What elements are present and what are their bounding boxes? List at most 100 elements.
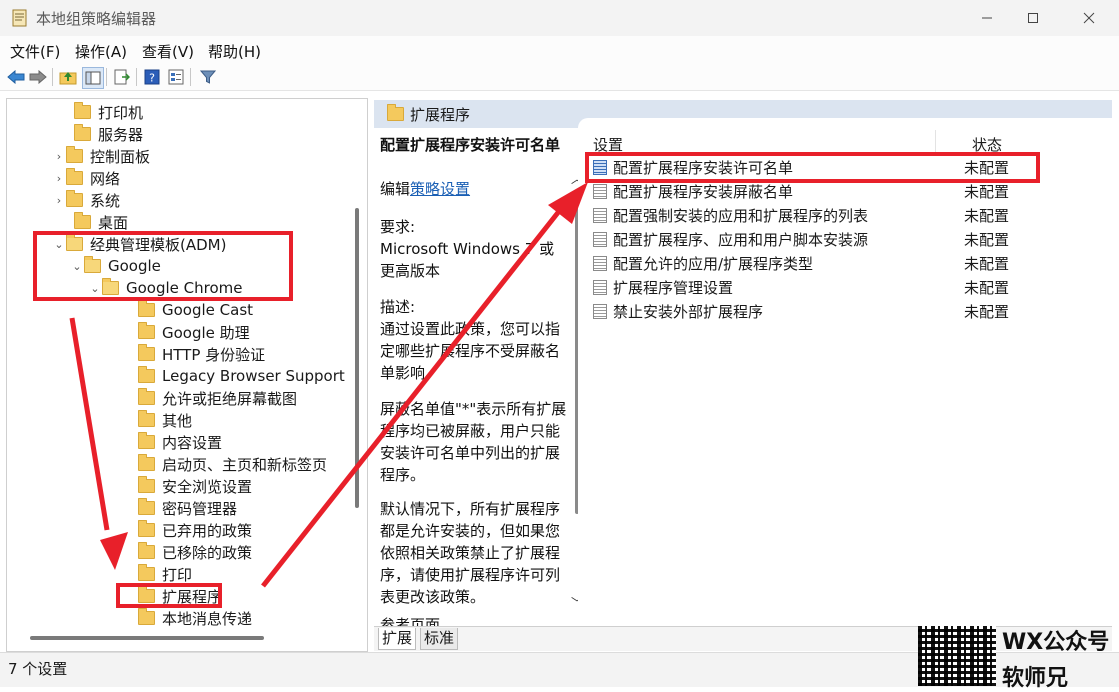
tree-item[interactable]: HTTP 身份验证 bbox=[124, 343, 265, 365]
tree-item-label: Google Cast bbox=[162, 301, 254, 319]
policy-state: 未配置 bbox=[964, 230, 1010, 249]
menu-help[interactable]: 帮助(H) bbox=[208, 41, 261, 62]
requirements-label: 要求: bbox=[380, 218, 416, 236]
tree-item[interactable]: 密码管理器 bbox=[124, 497, 237, 519]
tree-item[interactable]: 本地消息传递 bbox=[124, 607, 252, 629]
tree-item[interactable]: 内容设置 bbox=[124, 431, 222, 453]
tree-item[interactable]: › 网络 bbox=[52, 167, 120, 189]
toolbar-separator bbox=[190, 68, 191, 86]
folder-icon bbox=[138, 608, 155, 625]
properties-button[interactable] bbox=[166, 67, 186, 87]
tree-item[interactable]: 其他 bbox=[124, 409, 192, 431]
tree-item-label: 打印机 bbox=[98, 103, 144, 122]
policy-settings-link[interactable]: 策略设置 bbox=[410, 180, 470, 198]
tree-item[interactable]: › 控制面板 bbox=[52, 145, 150, 167]
chevron-right-icon[interactable]: › bbox=[52, 194, 66, 207]
tree-item[interactable]: 已移除的政策 bbox=[124, 541, 252, 563]
policy-setting-icon bbox=[593, 255, 607, 271]
description-para-2: 屏蔽名单值"*"表示所有扩展程序均已被屏蔽，用户只能安装许可名单中列出的扩展程序… bbox=[380, 400, 567, 484]
tree-item-label: 其他 bbox=[162, 411, 193, 430]
tree-item-label: 系统 bbox=[90, 191, 121, 210]
tab-extended[interactable]: 扩展 bbox=[378, 628, 417, 650]
description-para-4: 参考页面 bbox=[380, 616, 441, 626]
export-list-icon bbox=[114, 69, 130, 85]
tree-item-label: 密码管理器 bbox=[162, 499, 238, 518]
policy-editor-icon bbox=[12, 9, 28, 27]
tree-item[interactable]: 桌面 bbox=[60, 211, 128, 233]
back-arrow-icon bbox=[7, 70, 25, 84]
chevron-right-icon[interactable]: › bbox=[52, 172, 66, 185]
folder-icon bbox=[138, 388, 155, 405]
close-icon bbox=[1083, 12, 1095, 24]
tree-item[interactable]: 服务器 bbox=[60, 123, 143, 145]
tree-item-label: 启动页、主页和新标签页 bbox=[162, 455, 328, 474]
tree-item[interactable]: 已弃用的政策 bbox=[124, 519, 252, 541]
show-hide-tree-button[interactable] bbox=[82, 67, 104, 89]
back-button[interactable] bbox=[6, 67, 26, 87]
policy-state: 未配置 bbox=[964, 206, 1010, 225]
menu-view[interactable]: 查看(V) bbox=[142, 41, 194, 62]
folder-icon bbox=[138, 322, 155, 339]
folder-icon bbox=[138, 476, 155, 493]
policy-row[interactable]: 配置扩展程序、应用和用户脚本安装源 未配置 bbox=[590, 227, 1110, 251]
policy-setting-name: 配置强制安装的应用和扩展程序的列表 bbox=[613, 206, 869, 225]
minimize-icon bbox=[982, 17, 992, 19]
menu-action[interactable]: 操作(A) bbox=[75, 41, 127, 62]
policy-setting-name: 扩展程序管理设置 bbox=[613, 278, 734, 297]
tree-item[interactable]: › 系统 bbox=[52, 189, 120, 211]
tree-item-label: HTTP 身份验证 bbox=[162, 345, 266, 364]
policy-setting-name: 配置扩展程序、应用和用户脚本安装源 bbox=[613, 230, 869, 249]
close-button[interactable] bbox=[1066, 4, 1112, 32]
tab-standard[interactable]: 标准 bbox=[420, 628, 459, 650]
folder-icon bbox=[74, 102, 91, 119]
policy-row[interactable]: 配置允许的应用/扩展程序类型 未配置 bbox=[590, 251, 1110, 275]
annotation-box-adm bbox=[33, 231, 293, 301]
toolbar-separator bbox=[52, 68, 53, 86]
maximize-icon bbox=[1028, 13, 1038, 23]
description-label: 描述: bbox=[380, 298, 416, 316]
requirements-text: Microsoft Windows 7 或更高版本 bbox=[380, 240, 555, 280]
properties-icon bbox=[168, 69, 184, 85]
tree-item[interactable]: 安全浏览设置 bbox=[124, 475, 252, 497]
up-level-button[interactable] bbox=[58, 67, 78, 87]
help-icon: ? bbox=[144, 69, 160, 85]
toolbar-separator bbox=[106, 68, 107, 86]
annotation-box-allowlist bbox=[585, 152, 1040, 183]
policy-setting-icon bbox=[593, 231, 607, 247]
tree-item[interactable]: Legacy Browser Support bbox=[124, 365, 345, 387]
column-divider[interactable] bbox=[935, 130, 936, 154]
policy-row[interactable]: 禁止安装外部扩展程序 未配置 bbox=[590, 299, 1110, 323]
forward-button[interactable] bbox=[28, 67, 48, 87]
tree-item-label: 网络 bbox=[90, 169, 121, 188]
menu-file[interactable]: 文件(F) bbox=[10, 41, 60, 62]
edit-prefix: 编辑 bbox=[380, 180, 411, 198]
tree-item[interactable]: 允许或拒绝屏幕截图 bbox=[124, 387, 297, 409]
folder-icon bbox=[138, 410, 155, 427]
maximize-button[interactable] bbox=[1010, 4, 1056, 32]
policy-setting-icon bbox=[593, 303, 607, 319]
help-button[interactable]: ? bbox=[142, 67, 162, 87]
folder-icon bbox=[66, 190, 83, 207]
folder-icon bbox=[138, 498, 155, 515]
folder-icon bbox=[74, 212, 91, 229]
tree-item-label: Google 助理 bbox=[162, 323, 250, 342]
tree-item[interactable]: 打印机 bbox=[60, 101, 143, 123]
tree-horizontal-scrollbar[interactable] bbox=[30, 636, 264, 640]
tree-item[interactable]: 打印 bbox=[124, 563, 192, 585]
folder-icon bbox=[66, 168, 83, 185]
policy-row[interactable]: 配置强制安装的应用和扩展程序的列表 未配置 bbox=[590, 203, 1110, 227]
policy-row[interactable]: 扩展程序管理设置 未配置 bbox=[590, 275, 1110, 299]
tree-item[interactable]: Google 助理 bbox=[124, 321, 250, 343]
chevron-right-icon[interactable]: › bbox=[52, 150, 66, 163]
filter-button[interactable] bbox=[198, 67, 218, 87]
annotation-box-extensions bbox=[116, 583, 222, 608]
tree-vertical-scrollbar[interactable] bbox=[355, 208, 359, 508]
export-list-button[interactable] bbox=[112, 67, 132, 87]
tree-item[interactable]: Google Cast bbox=[124, 299, 253, 321]
tree-item[interactable]: 启动页、主页和新标签页 bbox=[124, 453, 327, 475]
folder-icon bbox=[138, 520, 155, 537]
tree-item-label: 服务器 bbox=[98, 125, 144, 144]
filter-icon bbox=[200, 70, 216, 84]
folder-icon bbox=[138, 432, 155, 449]
minimize-button[interactable] bbox=[964, 4, 1010, 32]
